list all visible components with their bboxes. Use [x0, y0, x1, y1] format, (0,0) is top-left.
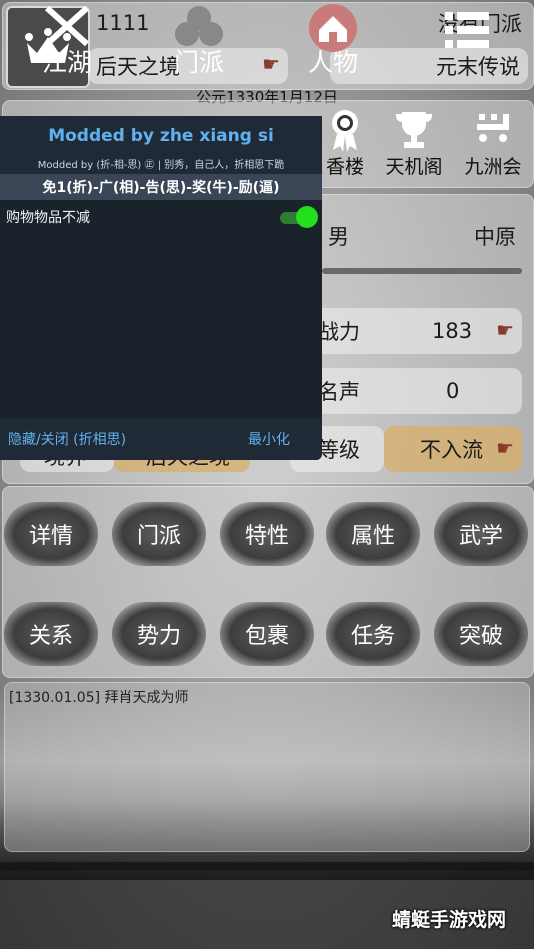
bottom-nav-menu[interactable] [412, 0, 522, 87]
breakthrough-button[interactable]: 突破 [434, 602, 528, 666]
trophy-icon [396, 112, 432, 148]
option-row[interactable]: 购物物品不减 [6, 204, 322, 230]
list-icon [445, 12, 489, 48]
mod-menu-title: Modded by zhe xiang si [48, 126, 274, 146]
traits-button[interactable]: 特性 [220, 502, 314, 566]
forces-button[interactable]: 势力 [112, 602, 206, 666]
crossed-swords-icon [44, 5, 90, 47]
option-toggle[interactable] [280, 206, 318, 228]
power-field[interactable]: 战力 183 ☛ [290, 308, 522, 354]
fame-field: 名声 0 [290, 368, 522, 414]
minimize-button[interactable]: 最小化 [248, 429, 290, 449]
group-icon [175, 6, 223, 46]
mod-menu[interactable]: Modded by zhe xiang si Modded by (折-相-思)… [0, 116, 322, 460]
pointer-hand-icon: ☛ [496, 436, 514, 460]
rank-field[interactable]: 不入流 ☛ [384, 426, 522, 472]
nav-item-tianjige[interactable]: 天机阁 [382, 108, 446, 179]
mod-menu-banner: 免1(折)-广(相)-告(思)-奖(牛)-励(逼) [0, 174, 322, 200]
quests-button[interactable]: 任务 [326, 602, 420, 666]
log-entry: [1330.01.05] 拜肖天成为师 [9, 690, 189, 706]
award-icon [332, 110, 358, 152]
fame-value: 0 [446, 379, 460, 403]
mod-menu-options: 购物物品不减 [0, 200, 322, 418]
power-value: 183 [432, 319, 473, 343]
bottom-nav-character[interactable]: 人物 [278, 0, 388, 87]
gender-field: 男 [328, 225, 349, 249]
nav-item-xianglou[interactable]: 香楼 [318, 108, 372, 179]
mod-menu-subtitle: Modded by (折-相-思) ㊣ | 别秀，自己人，折相思下跪 [37, 159, 285, 171]
relations-button[interactable]: 关系 [4, 602, 98, 666]
rank-value: 不入流 [420, 438, 483, 462]
toggle-knob [296, 206, 318, 228]
power-label: 战力 [318, 320, 360, 344]
nav-item-jiuzhouhui[interactable]: 九洲会 [460, 108, 526, 179]
fame-label: 名声 [318, 380, 360, 404]
bottom-nav-sect[interactable]: 门派 [144, 0, 254, 87]
cart-icon [477, 114, 509, 142]
rank-label: 等级 [318, 438, 360, 462]
divider-brush [322, 268, 522, 274]
martial-arts-button[interactable]: 武学 [434, 502, 528, 566]
attributes-button[interactable]: 属性 [326, 502, 420, 566]
sect-button[interactable]: 门派 [112, 502, 206, 566]
hide-close-button[interactable]: 隐藏/关闭 (折相思) [8, 429, 126, 449]
bottom-nav-jianghu[interactable]: 江湖 [12, 0, 122, 87]
region-field: 中原 [474, 225, 516, 249]
inventory-button[interactable]: 包裹 [220, 602, 314, 666]
home-icon [309, 4, 357, 52]
pointer-hand-icon: ☛ [496, 318, 514, 342]
event-log[interactable]: [1330.01.05] 拜肖天成为师 [4, 682, 530, 852]
mod-menu-footer: 隐藏/关闭 (折相思) 最小化 [0, 418, 322, 460]
details-button[interactable]: 详情 [4, 502, 98, 566]
option-label: 购物物品不减 [6, 210, 90, 226]
watermark: 蜻蜓手游戏网 [392, 909, 507, 931]
